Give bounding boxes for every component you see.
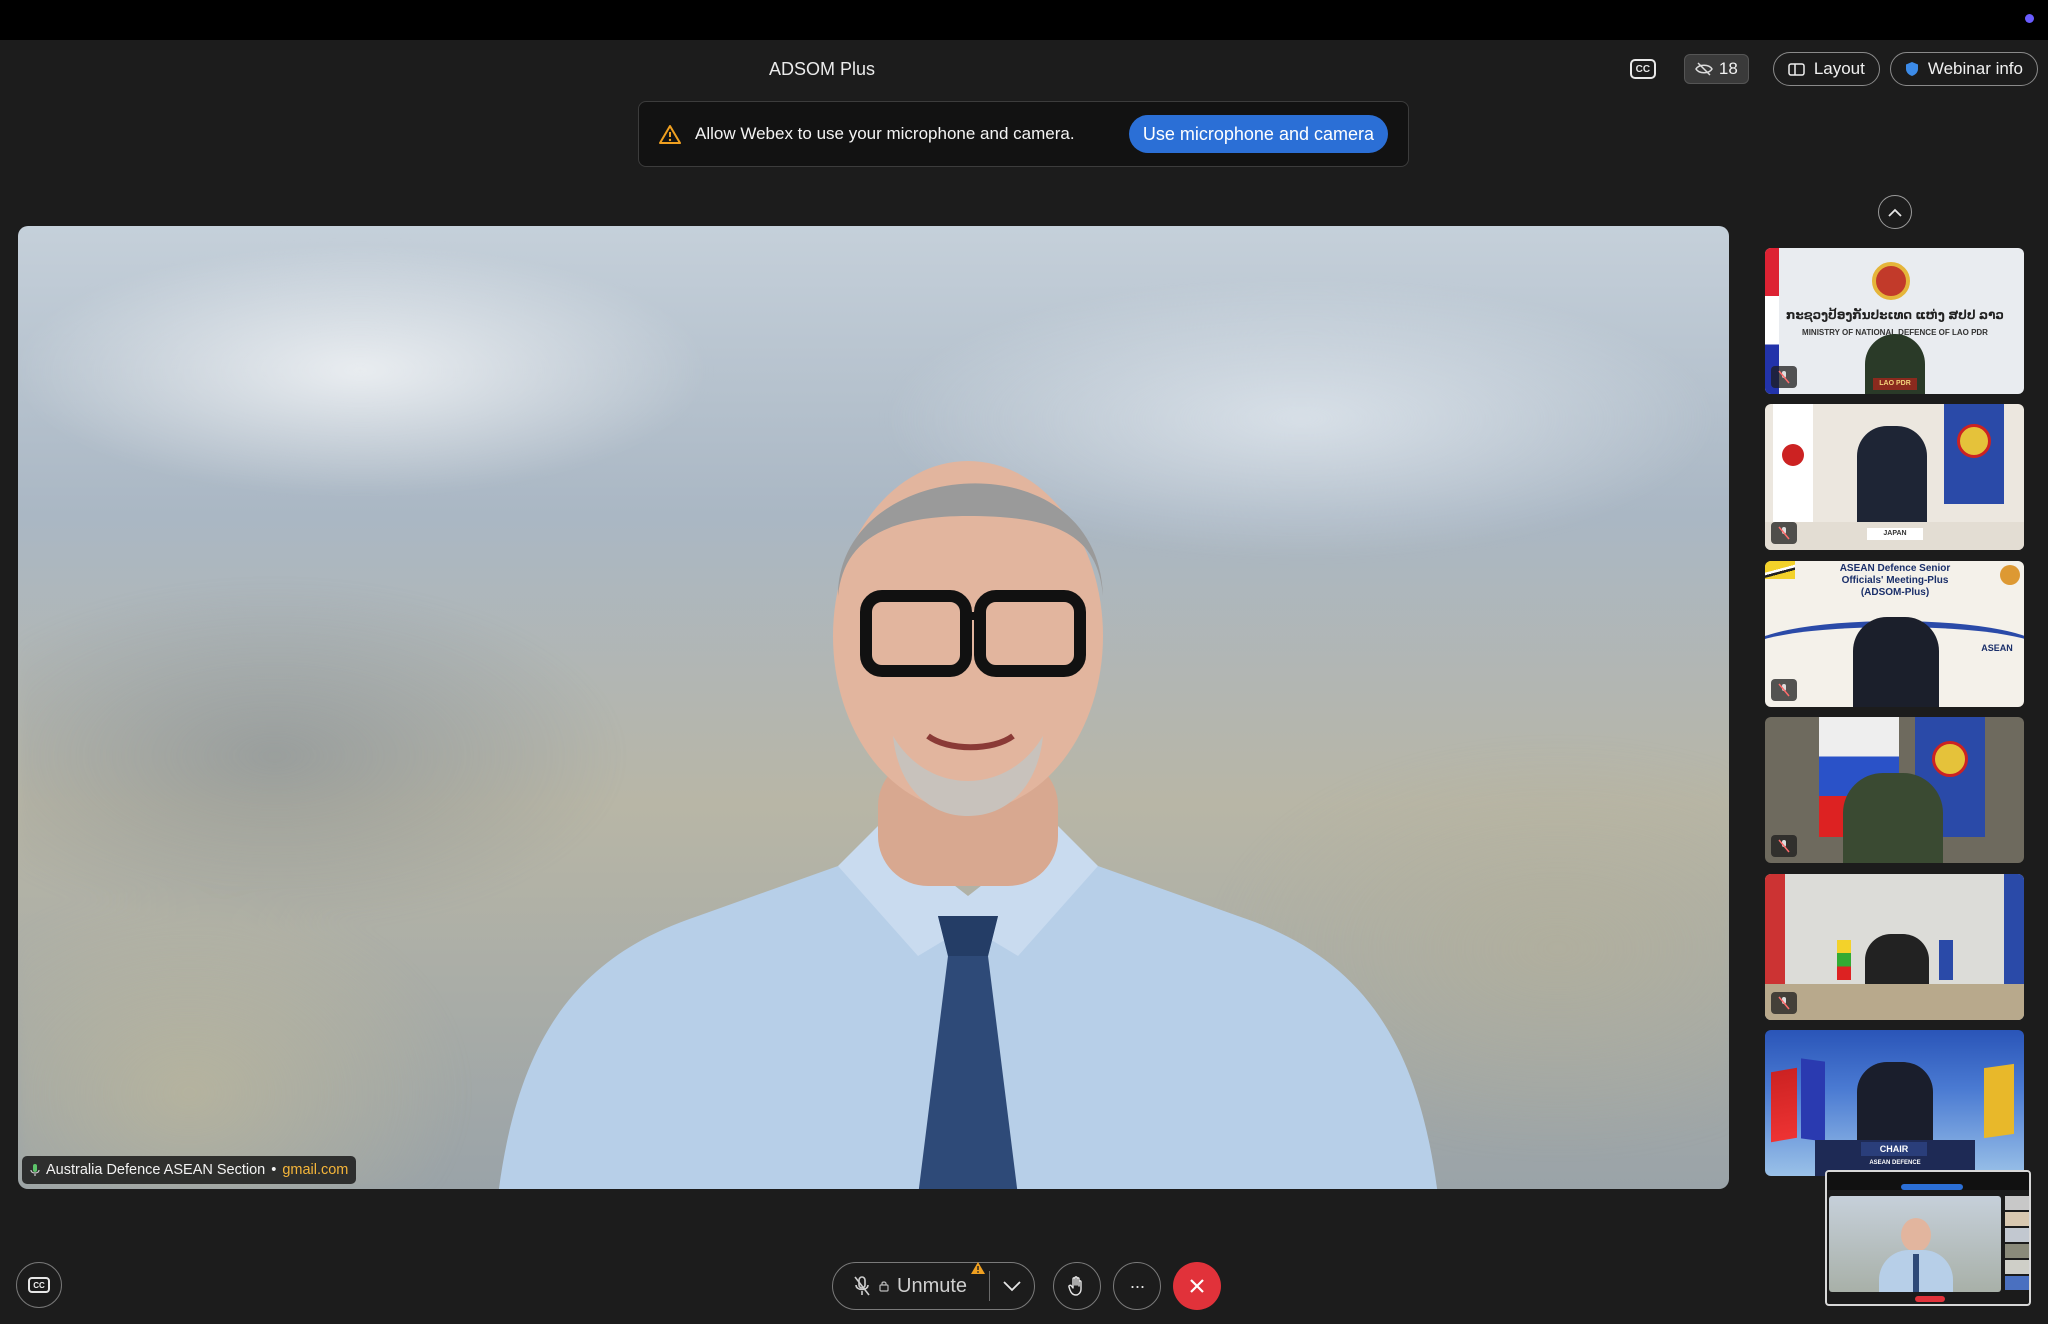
flag-decoration: [1765, 561, 1795, 579]
permission-banner: Allow Webex to use your microphone and c…: [638, 101, 1409, 167]
raise-hand-button[interactable]: [1053, 1262, 1101, 1310]
flag-decoration: [2004, 874, 2024, 994]
audio-options-button[interactable]: [990, 1280, 1034, 1292]
self-view-thumb: [2005, 1196, 2029, 1210]
backdrop-line-2: Officials' Meeting-Plus: [1841, 575, 1949, 586]
captions-icon: CC: [28, 1277, 50, 1293]
self-view-controls: [1915, 1296, 1945, 1302]
active-speaker-video[interactable]: [18, 226, 1729, 1189]
chevron-up-icon: [1888, 208, 1902, 217]
participant-tile-chair[interactable]: CHAIR ASEAN DEFENCE: [1765, 1030, 2024, 1176]
more-options-button[interactable]: ···: [1113, 1262, 1161, 1310]
desk-flag: [1837, 940, 1851, 980]
leave-meeting-button[interactable]: [1173, 1262, 1221, 1310]
mic-muted-icon: [854, 1276, 870, 1296]
participant-figure: [1857, 1062, 1933, 1142]
flag-decoration: [1773, 404, 1813, 524]
captions-button[interactable]: CC: [16, 1262, 62, 1308]
self-view-thumb: [2005, 1228, 2029, 1242]
speaker-name: Australia Defence ASEAN Section: [46, 1162, 266, 1178]
layout-icon: [1788, 62, 1805, 76]
layout-button[interactable]: Layout: [1772, 52, 1880, 86]
chevron-down-icon: [1003, 1280, 1021, 1291]
flag-decoration: [1984, 1063, 2014, 1139]
flag-decoration: [1771, 1067, 1797, 1143]
participant-tile-brunei[interactable]: ASEAN Defence Senior Officials' Meeting-…: [1765, 561, 2024, 707]
name-separator: •: [271, 1162, 277, 1178]
self-view-thumb: [2005, 1260, 2029, 1274]
thumb-caption-lao: ກະຊວງປ້ອງກັນປະເທດ ແຫ່ງ ສປປ ລາວ: [1786, 308, 2004, 322]
audio-control-group: Unmute: [832, 1262, 1035, 1310]
muted-mic-icon: [1771, 679, 1797, 701]
muted-mic-icon: [1771, 366, 1797, 388]
status-dot: [2025, 14, 2034, 23]
speaker-email-domain: gmail.com: [282, 1162, 349, 1178]
self-view-preview[interactable]: [1825, 1170, 2031, 1306]
participant-tile-myanmar[interactable]: [1765, 874, 2024, 1020]
unmute-button[interactable]: Unmute: [833, 1263, 989, 1309]
desk-flag: [1939, 940, 1953, 980]
webinar-info-label: Webinar info: [1927, 59, 2023, 78]
unmute-label: Unmute: [897, 1274, 968, 1297]
backdrop-line-3: (ADSOM-Plus): [1860, 587, 1930, 598]
participant-figure: [1843, 773, 1943, 863]
participant-tile-lao-pdr[interactable]: ກະຊວງປ້ອງກັນປະເທດ ແຫ່ງ ສປປ ລາວ MINISTRY …: [1765, 248, 2024, 394]
self-view-main: [1829, 1196, 2001, 1292]
layout-label: Layout: [1813, 59, 1865, 78]
meeting-title: ADSOM Plus: [769, 59, 876, 79]
participant-count-button[interactable]: 18: [1683, 54, 1749, 84]
nameplate: CHAIR: [1861, 1142, 1927, 1156]
header-controls: CC 18 Layout Webinar info: [1629, 52, 2038, 86]
flag-decoration: [1944, 404, 2004, 504]
participant-tile-russia[interactable]: [1765, 717, 2024, 863]
self-view-thumb: [2005, 1244, 2029, 1258]
desk-caption: ASEAN DEFENCE: [1869, 1160, 1921, 1166]
hand-icon: [1068, 1276, 1082, 1296]
muted-mic-icon: [1771, 992, 1797, 1014]
captions-icon[interactable]: CC: [1629, 59, 1656, 79]
participant-tile-japan[interactable]: JAPAN: [1765, 404, 2024, 550]
participant-count: 18: [1718, 59, 1738, 78]
self-view-thumb: [2005, 1212, 2029, 1226]
speaker-figure: [498, 461, 1438, 1189]
warning-badge-icon: [971, 1262, 985, 1274]
permission-message: Allow Webex to use your microphone and c…: [695, 124, 1075, 143]
speaker-name-label: Australia Defence ASEAN Section • gmail.…: [22, 1156, 357, 1184]
webinar-info-button[interactable]: Webinar info: [1889, 52, 2038, 86]
close-icon: [1190, 1279, 1204, 1293]
participant-figure: [1853, 617, 1939, 707]
participant-figure: [1857, 426, 1927, 526]
scroll-up-button[interactable]: [1878, 195, 1912, 229]
meeting-control-bar: Unmute ···: [832, 1262, 1221, 1310]
self-view-banner: [1901, 1184, 1963, 1190]
desk: [1765, 984, 2024, 1020]
use-mic-camera-button[interactable]: Use microphone and camera: [1128, 115, 1388, 153]
backdrop-line-1: ASEAN Defence Senior: [1839, 563, 1951, 574]
asean-emblem-icon: [2000, 565, 2020, 585]
lock-icon: [879, 1281, 889, 1292]
nameplate: JAPAN: [1867, 528, 1923, 540]
self-view-thumb: [2005, 1276, 2029, 1290]
window-top-bar: [0, 0, 2048, 40]
flag-decoration: [1765, 874, 1785, 994]
shield-icon: [1905, 62, 1918, 76]
warning-icon: [659, 125, 681, 144]
muted-mic-icon: [1771, 835, 1797, 857]
nameplate: LAO PDR: [1873, 378, 1917, 390]
emblem-icon: [1872, 262, 1910, 300]
muted-mic-icon: [1771, 522, 1797, 544]
eye-off-icon: [1695, 62, 1713, 76]
flag-decoration: [1801, 1058, 1825, 1142]
microphone-icon: [30, 1164, 40, 1176]
more-icon: ···: [1129, 1276, 1146, 1296]
